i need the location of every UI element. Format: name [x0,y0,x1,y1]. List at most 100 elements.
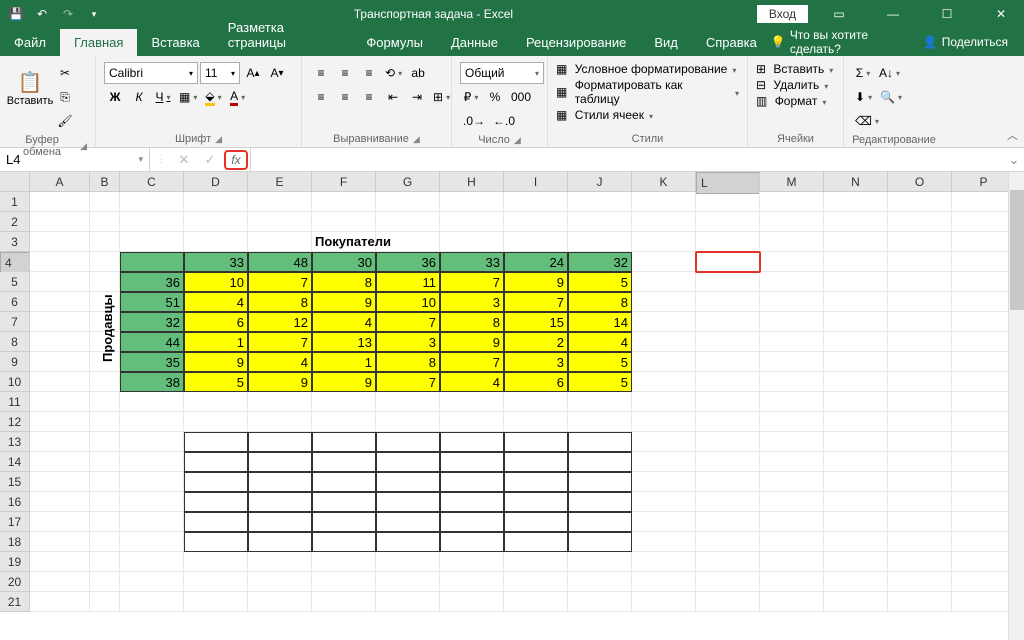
cell-I11[interactable] [504,392,568,412]
cell-P9[interactable] [952,352,1016,372]
cell-N14[interactable] [824,452,888,472]
cell-K11[interactable] [632,392,696,412]
cell-P16[interactable] [952,492,1016,512]
cell-A21[interactable] [30,592,90,612]
row-header-17[interactable]: 17 [0,512,30,532]
cell-G4[interactable]: 36 [376,252,440,272]
bold-button[interactable]: Ж [104,86,126,108]
cell-L8[interactable] [696,332,760,352]
cell-F20[interactable] [312,572,376,592]
cell-J21[interactable] [568,592,632,612]
row-header-4[interactable]: 4 [0,252,30,274]
cell-H10[interactable]: 4 [440,372,504,392]
cell-E6[interactable]: 8 [248,292,312,312]
cell-D9[interactable]: 9 [184,352,248,372]
fill-icon[interactable]: ⬇ [852,86,875,108]
cell-D12[interactable] [184,412,248,432]
inc-decimal-icon[interactable]: .0→ [460,110,488,132]
cell-E4[interactable]: 48 [248,252,312,272]
cell-N8[interactable] [824,332,888,352]
col-header-E[interactable]: E [248,172,312,191]
col-header-I[interactable]: I [504,172,568,191]
cell-D19[interactable] [184,552,248,572]
cell-J3[interactable] [568,232,632,252]
cell-F17[interactable] [312,512,376,532]
cell-F13[interactable] [312,432,376,452]
row-header-1[interactable]: 1 [0,192,30,212]
cell-K13[interactable] [632,432,696,452]
cell-I10[interactable]: 6 [504,372,568,392]
cell-L19[interactable] [696,552,760,572]
cell-styles-button[interactable]: ▦ Стили ячеек [556,108,653,122]
minimize-icon[interactable]: ― [870,0,916,28]
cell-G9[interactable]: 8 [376,352,440,372]
cell-M8[interactable] [760,332,824,352]
cell-L12[interactable] [696,412,760,432]
comma-icon[interactable]: 000 [508,86,534,108]
col-header-L[interactable]: L [696,172,760,194]
cell-O2[interactable] [888,212,952,232]
cell-J1[interactable] [568,192,632,212]
enter-formula-icon[interactable]: ✓ [198,150,222,170]
font-name-select[interactable]: Calibri▾ [104,62,198,84]
cell-H11[interactable] [440,392,504,412]
cell-P3[interactable] [952,232,1016,252]
align-middle-icon[interactable]: ≡ [334,62,356,84]
cell-E17[interactable] [248,512,312,532]
merge-icon[interactable]: ⊞ [430,86,453,108]
cell-K2[interactable] [632,212,696,232]
cell-B18[interactable] [90,532,120,552]
cell-G14[interactable] [376,452,440,472]
undo-icon[interactable]: ↶ [30,2,54,26]
cell-I8[interactable]: 2 [504,332,568,352]
cell-N21[interactable] [824,592,888,612]
cell-C9[interactable]: 35 [120,352,184,372]
cell-D14[interactable] [184,452,248,472]
row-header-6[interactable]: 6 [0,292,30,312]
cell-O18[interactable] [888,532,952,552]
cell-I16[interactable] [504,492,568,512]
cell-M14[interactable] [760,452,824,472]
cell-O17[interactable] [888,512,952,532]
format-cells-button[interactable]: ▥ Формат [756,94,826,108]
cell-K20[interactable] [632,572,696,592]
cell-A7[interactable] [30,312,90,332]
cell-B17[interactable] [90,512,120,532]
tab-home[interactable]: Главная [60,29,137,56]
cell-B15[interactable] [90,472,120,492]
cell-F11[interactable] [312,392,376,412]
cell-N17[interactable] [824,512,888,532]
cell-O6[interactable] [888,292,952,312]
cell-L2[interactable] [696,212,760,232]
redo-icon[interactable]: ↷ [56,2,80,26]
cell-H21[interactable] [440,592,504,612]
cell-B20[interactable] [90,572,120,592]
cell-B1[interactable] [90,192,120,212]
cell-B16[interactable] [90,492,120,512]
cell-B4[interactable] [90,252,120,272]
cell-I4[interactable]: 24 [504,252,568,272]
col-header-G[interactable]: G [376,172,440,191]
cell-P8[interactable] [952,332,1016,352]
percent-icon[interactable]: % [484,86,506,108]
format-painter-icon[interactable]: 🖌 [54,110,76,132]
cell-H20[interactable] [440,572,504,592]
cell-L20[interactable] [696,572,760,592]
cell-N15[interactable] [824,472,888,492]
cell-A16[interactable] [30,492,90,512]
cell-H14[interactable] [440,452,504,472]
cell-O4[interactable] [888,252,952,272]
cell-I7[interactable]: 15 [504,312,568,332]
cell-B19[interactable] [90,552,120,572]
cell-K17[interactable] [632,512,696,532]
cell-C11[interactable] [120,392,184,412]
cell-I12[interactable] [504,412,568,432]
cell-P18[interactable] [952,532,1016,552]
cell-D11[interactable] [184,392,248,412]
cell-A13[interactable] [30,432,90,452]
currency-icon[interactable]: ₽ [460,86,482,108]
cell-I17[interactable] [504,512,568,532]
cell-P19[interactable] [952,552,1016,572]
tab-review[interactable]: Рецензирование [512,29,640,56]
copy-icon[interactable]: ⎘ [54,86,76,108]
